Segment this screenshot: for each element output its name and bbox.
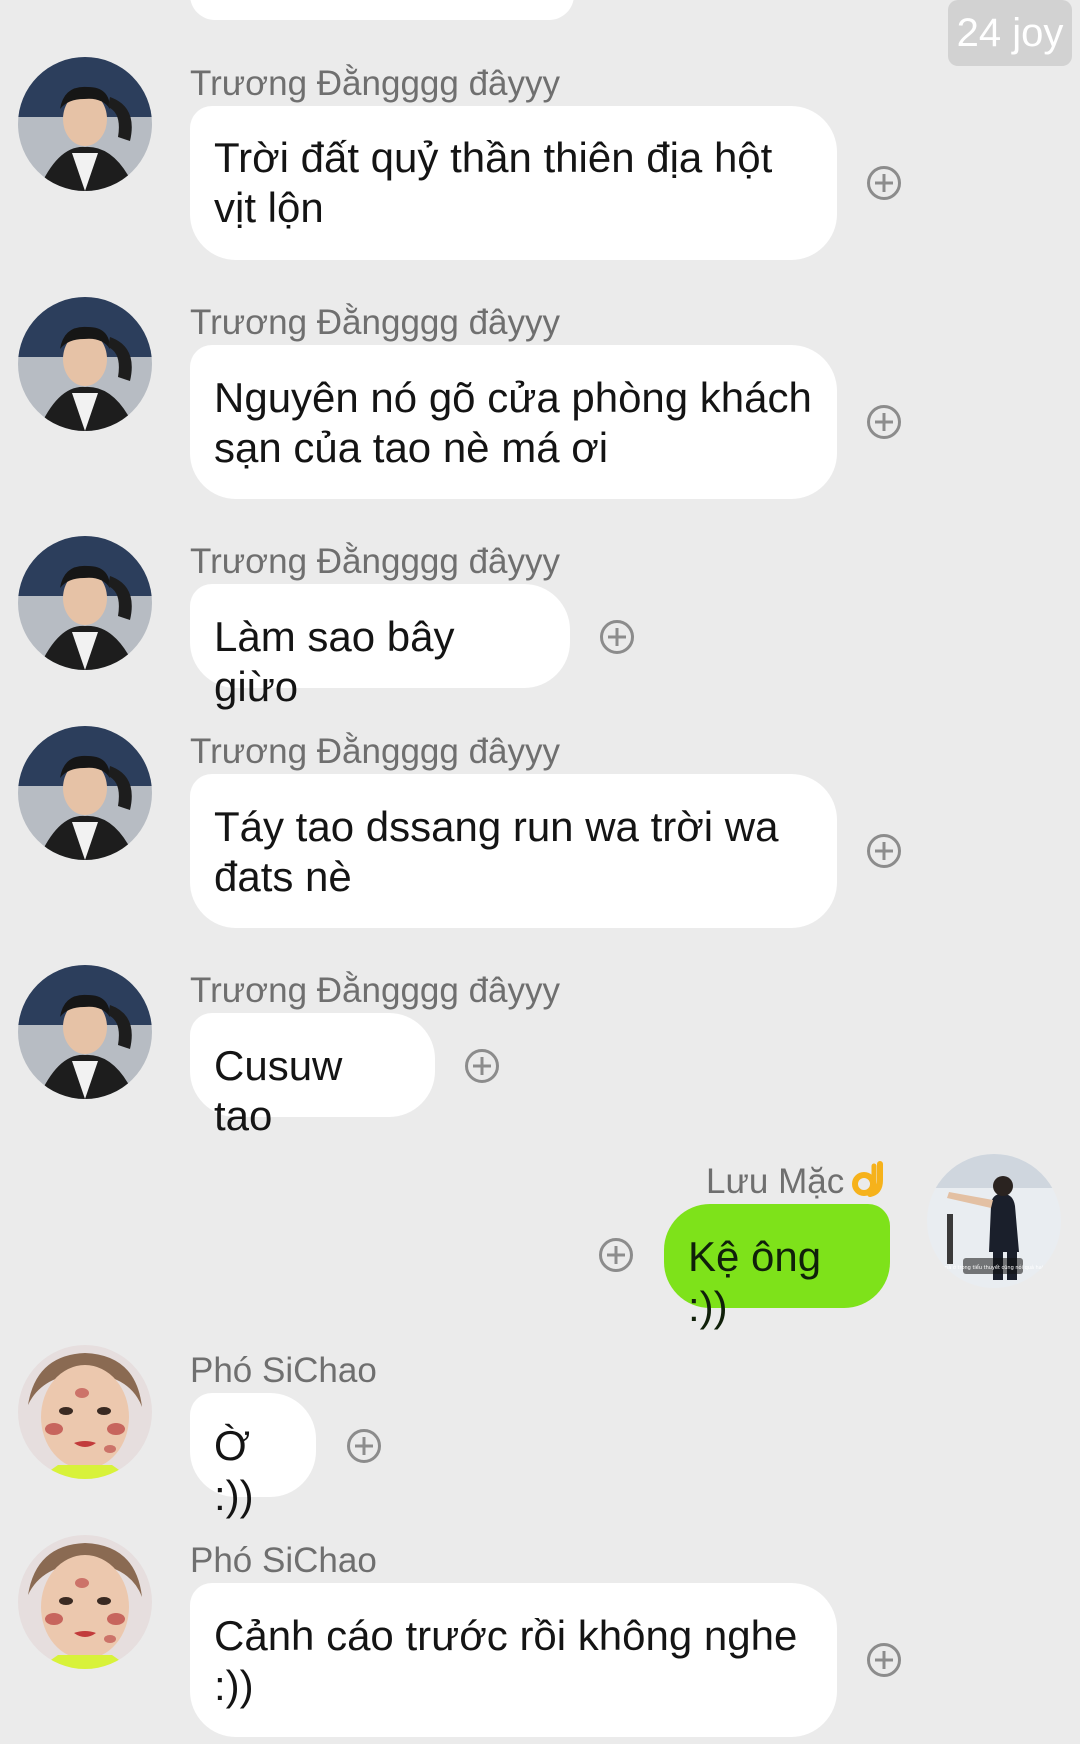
avatar-caption: Nếu mà ở trong tiểu thuyết cũng nói quá … bbox=[932, 1264, 1054, 1271]
avatar[interactable] bbox=[18, 1345, 152, 1479]
add-reaction-icon[interactable] bbox=[599, 1238, 633, 1272]
add-reaction-icon[interactable] bbox=[867, 166, 901, 200]
avatar[interactable]: Nếu mà ở trong tiểu thuyết cũng nói quá … bbox=[927, 1154, 1061, 1288]
message-bubble[interactable]: Ờ :)) bbox=[190, 1393, 316, 1519]
add-reaction-icon[interactable] bbox=[867, 1643, 901, 1677]
sender-name: Trương Đằngggg đâyyy bbox=[190, 971, 560, 1010]
add-reaction-icon[interactable] bbox=[465, 1049, 499, 1083]
avatar-image bbox=[18, 726, 152, 860]
avatar[interactable] bbox=[18, 297, 152, 431]
avatar-image bbox=[18, 536, 152, 670]
avatar-image bbox=[18, 965, 152, 1099]
avatar-image bbox=[18, 1345, 152, 1479]
avatar[interactable] bbox=[18, 57, 152, 191]
sender-name: Lưu Mặc bbox=[706, 1162, 845, 1201]
avatar-image bbox=[18, 297, 152, 431]
sender-name: Trương Đằngggg đâyyy bbox=[190, 303, 560, 342]
avatar-image bbox=[18, 1535, 152, 1669]
add-reaction-icon[interactable] bbox=[867, 405, 901, 439]
message-bubble[interactable]: Cusuw tao bbox=[190, 1013, 435, 1139]
message-text: Ờ :)) bbox=[214, 1422, 254, 1519]
message-bubble[interactable]: Kệ ông :)) bbox=[664, 1204, 890, 1330]
message-text: Trời đất quỷ thần thiên địa hột vịt lộn bbox=[214, 134, 773, 231]
ok-hand-icon bbox=[852, 1161, 883, 1197]
message-text: Cảnh cáo trước rồi không nghe :)) bbox=[214, 1612, 798, 1709]
message-bubble[interactable]: Nguyên nó gõ cửa phòng khách sạn của tao… bbox=[190, 345, 837, 499]
avatar[interactable] bbox=[18, 965, 152, 1099]
sender-name: Phó SiChao bbox=[190, 1541, 377, 1580]
message-text: Làm sao bây giừo bbox=[214, 613, 455, 710]
sender-name: Phó SiChao bbox=[190, 1351, 377, 1390]
sender-name: Trương Đằngggg đâyyy bbox=[190, 732, 560, 771]
message-bubble[interactable]: Táy tao dssang run wa trời wa đats nè bbox=[190, 774, 837, 928]
unread-count-badge[interactable]: 24 joy bbox=[948, 0, 1072, 66]
add-reaction-icon[interactable] bbox=[867, 834, 901, 868]
message-text: Cusuw tao bbox=[214, 1042, 343, 1139]
avatar[interactable] bbox=[18, 1535, 152, 1669]
message-text: Nguyên nó gõ cửa phòng khách sạn của tao… bbox=[214, 374, 812, 471]
avatar-image bbox=[18, 57, 152, 191]
sender-name: Trương Đằngggg đâyyy bbox=[190, 64, 560, 103]
chat-thread[interactable]: 24 joy Trương Đằngggg đâyyy Trời đất quỷ… bbox=[0, 0, 1080, 1744]
add-reaction-icon[interactable] bbox=[600, 620, 634, 654]
previous-message-bubble[interactable] bbox=[190, 0, 574, 20]
sender-name: Trương Đằngggg đâyyy bbox=[190, 542, 560, 581]
message-bubble[interactable]: Làm sao bây giừo bbox=[190, 584, 570, 710]
message-text: Kệ ông :)) bbox=[688, 1233, 822, 1330]
avatar[interactable] bbox=[18, 726, 152, 860]
add-reaction-icon[interactable] bbox=[347, 1429, 381, 1463]
message-bubble[interactable]: Cảnh cáo trước rồi không nghe :)) bbox=[190, 1583, 837, 1737]
avatar[interactable] bbox=[18, 536, 152, 670]
message-bubble[interactable]: Trời đất quỷ thần thiên địa hột vịt lộn bbox=[190, 106, 837, 260]
message-text: Táy tao dssang run wa trời wa đats nè bbox=[214, 803, 779, 900]
avatar-image: Nếu mà ở trong tiểu thuyết cũng nói quá … bbox=[927, 1154, 1061, 1288]
